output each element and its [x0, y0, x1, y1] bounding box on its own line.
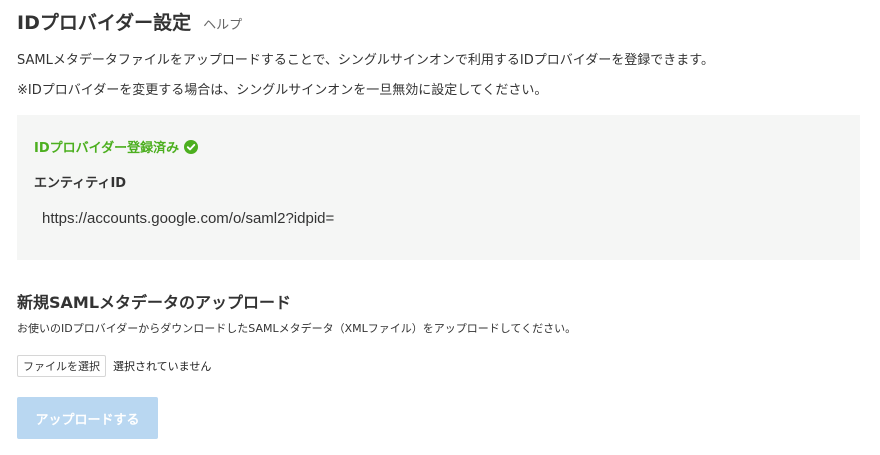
choose-file-button[interactable]: ファイルを選択 [17, 355, 106, 377]
idp-status-panel: IDプロバイダー登録済み エンティティID https://accounts.g… [17, 115, 860, 260]
check-circle-icon [184, 139, 199, 154]
description-line-1: SAMLメタデータファイルをアップロードすることで、シングルサインオンで利用する… [17, 53, 714, 68]
description-line-2: ※IDプロバイダーを変更する場合は、シングルサインオンを一旦無効に設定してくださ… [17, 83, 548, 98]
file-input: ファイルを選択 選択されていません [17, 355, 211, 377]
page-title: IDプロバイダー設定 [17, 12, 192, 34]
registered-status-label: IDプロバイダー登録済み [34, 141, 180, 156]
entity-id-value: https://accounts.google.com/o/saml2?idpi… [42, 210, 335, 227]
upload-button[interactable]: アップロードする [17, 397, 158, 439]
upload-heading: 新規SAMLメタデータのアップロード [17, 293, 292, 312]
file-status-text: 選択されていません [113, 360, 212, 373]
registered-status: IDプロバイダー登録済み [34, 137, 199, 156]
title-row: IDプロバイダー設定 ヘルプ [17, 8, 242, 35]
upload-description: お使いのIDプロバイダーからダウンロードしたSAMLメタデータ（XMLファイル）… [17, 322, 577, 335]
help-link[interactable]: ヘルプ [203, 14, 242, 33]
entity-id-label: エンティティID [34, 176, 127, 191]
